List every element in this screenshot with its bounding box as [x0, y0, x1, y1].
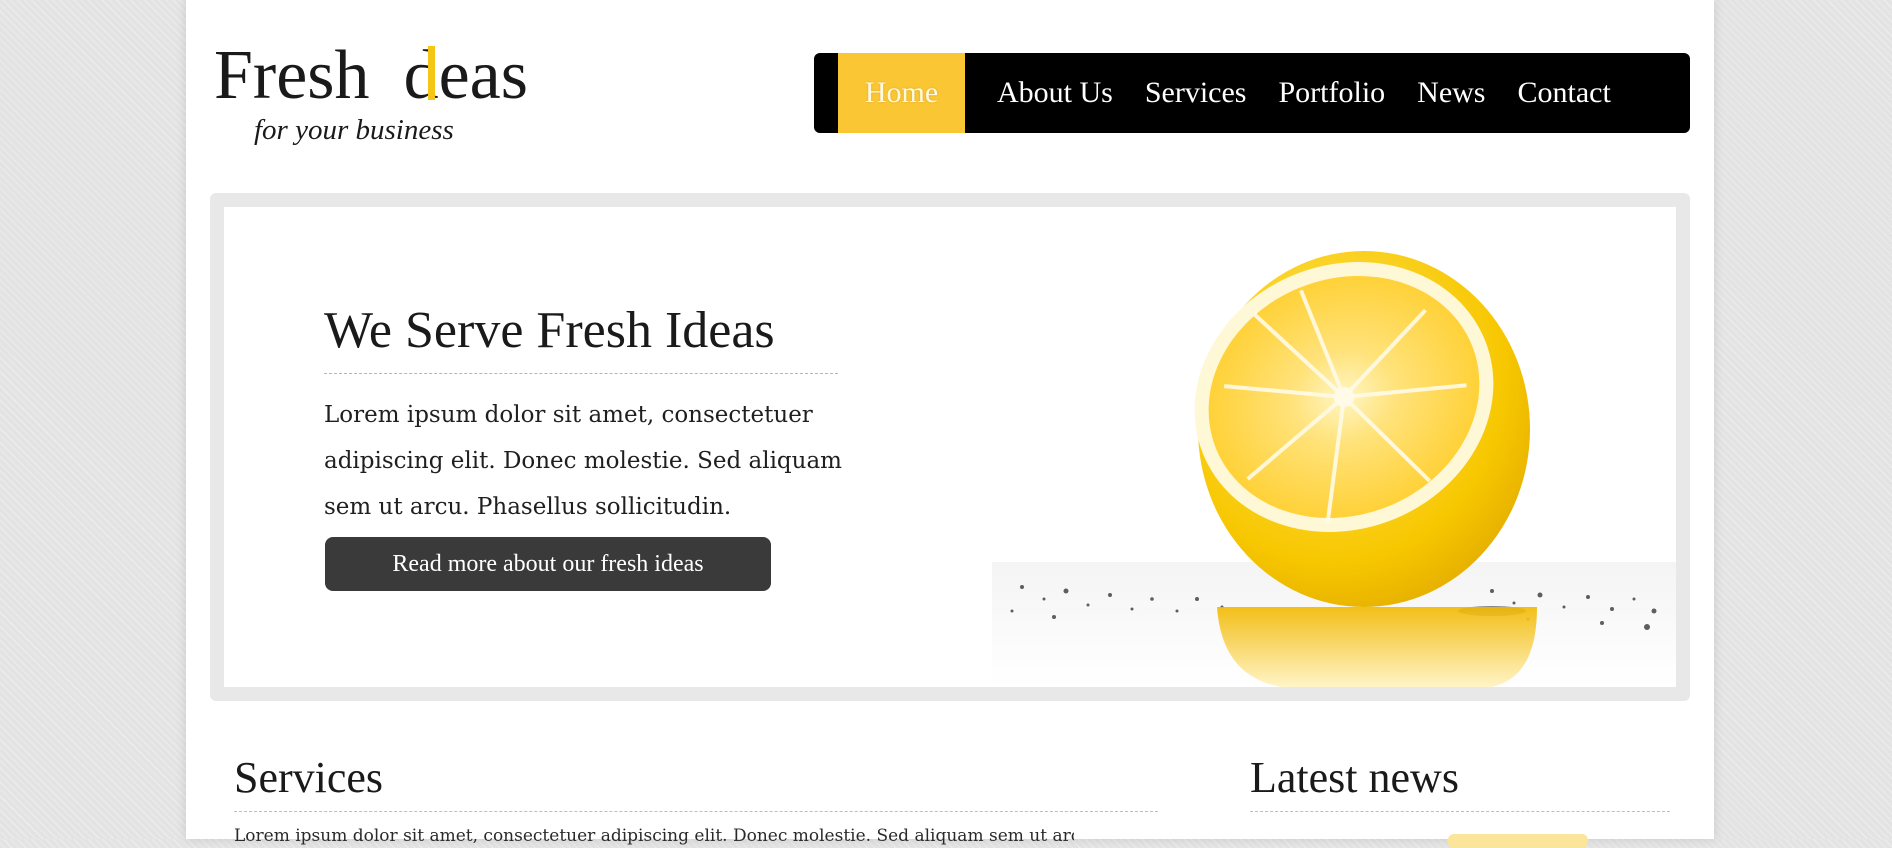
hero-frame: We Serve Fresh Ideas Lorem ipsum dolor s…: [210, 193, 1690, 701]
hero-banner: We Serve Fresh Ideas Lorem ipsum dolor s…: [224, 207, 1676, 687]
latest-news-heading: Latest news: [1250, 753, 1459, 802]
nav-item-home[interactable]: Home: [838, 53, 965, 133]
services-heading: Services: [234, 753, 384, 802]
nav-item-portfolio[interactable]: Portfolio: [1262, 53, 1401, 133]
logo-title: Fresh deas: [214, 36, 528, 116]
nav-item-contact[interactable]: Contact: [1501, 53, 1626, 133]
logo-accent-bar: [428, 46, 435, 100]
hero-divider: [324, 373, 838, 374]
news-divider: [1250, 811, 1670, 812]
lemon-image: [992, 251, 1676, 687]
main-nav: Home About Us Services Portfolio News Co…: [814, 53, 1690, 133]
logo-word-ideas: deas: [403, 37, 528, 114]
services-divider: [234, 811, 1158, 812]
logo-word-fresh: Fresh: [214, 37, 370, 114]
services-text: Lorem ipsum dolor sit amet, consectetuer…: [234, 826, 1074, 846]
hero-title: We Serve Fresh Ideas: [324, 302, 775, 359]
news-date-badge: [1448, 834, 1588, 848]
nav-item-news[interactable]: News: [1401, 53, 1501, 133]
read-more-button[interactable]: Read more about our fresh ideas: [325, 537, 771, 591]
hero-text: Lorem ipsum dolor sit amet, consectetuer…: [324, 402, 842, 520]
nav-item-services[interactable]: Services: [1129, 53, 1263, 133]
logo[interactable]: Fresh deas for your business: [214, 36, 544, 156]
page-container: Fresh deas for your business Home About U…: [186, 0, 1714, 848]
nav-item-about-us[interactable]: About Us: [981, 53, 1129, 133]
logo-tagline: for your business: [254, 114, 454, 146]
